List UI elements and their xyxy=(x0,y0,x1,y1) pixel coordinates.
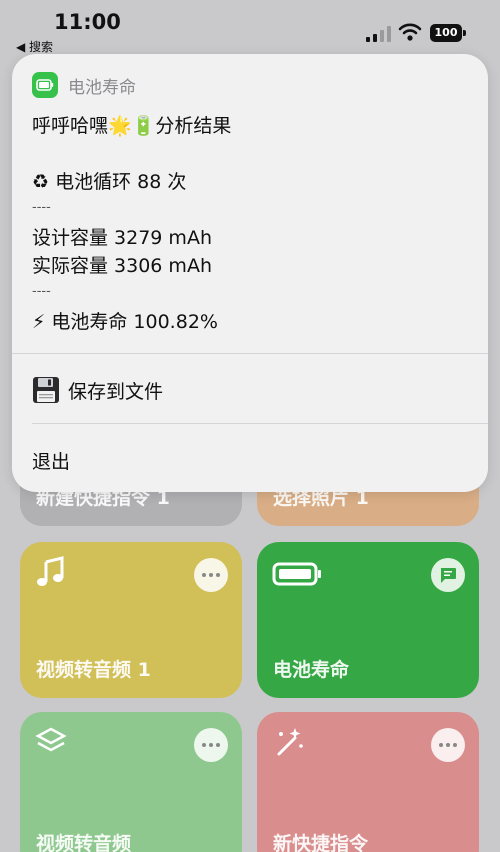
ellipsis-icon xyxy=(202,573,220,577)
battery-cycle-line: ♻ 电池循环 88 次 xyxy=(32,171,187,193)
music-note-icon xyxy=(37,556,64,586)
battery-indicator: 100 xyxy=(430,24,466,42)
shortcut-result-card: 电池寿命 呼呼哈嘿🌟🔋分析结果 ♻ 电池循环 88 次 ---- 设计容量 32… xyxy=(12,54,488,492)
back-to-search-link[interactable]: ◀ 搜索 xyxy=(16,38,53,55)
shortcut-tile[interactable]: 视频转音频 1 xyxy=(20,542,242,698)
wifi-icon xyxy=(398,23,422,41)
battery-life-line: ⚡ 电池寿命 100.82% xyxy=(32,311,218,333)
exit-label: 退出 xyxy=(32,450,71,473)
shortcut-tile[interactable]: 新快捷指令 xyxy=(257,712,479,852)
result-title: 呼呼哈嘿🌟🔋分析结果 xyxy=(32,115,232,137)
shortcut-label: 视频转音频 1 xyxy=(36,659,151,681)
battery-level: 100 xyxy=(430,24,462,42)
layers-icon xyxy=(35,727,67,752)
card-header: 电池寿命 xyxy=(32,72,136,98)
floppy-disk-icon xyxy=(33,377,59,403)
separator-line: ---- xyxy=(32,200,51,215)
ellipsis-icon xyxy=(202,743,220,747)
battery-nub xyxy=(463,30,466,36)
shortcut-label: 新快捷指令 xyxy=(273,833,369,852)
app-name: 电池寿命 xyxy=(68,77,136,98)
shortcut-tile[interactable]: 视频转音频 xyxy=(20,712,242,852)
battery-icon xyxy=(272,562,321,586)
separator-line: ---- xyxy=(32,284,51,299)
menu-divider xyxy=(12,353,488,354)
chat-bubble-icon xyxy=(440,568,456,583)
save-to-file-label: 保存到文件 xyxy=(68,380,164,403)
ellipsis-icon xyxy=(439,743,457,747)
menu-divider xyxy=(32,423,488,424)
shortcut-label: 电池寿命 xyxy=(273,659,350,681)
magic-wand-icon xyxy=(277,728,303,756)
shortcut-label: 视频转音频 xyxy=(36,833,132,852)
more-options-button[interactable] xyxy=(194,558,228,592)
exit-button[interactable]: 退出 xyxy=(32,440,472,480)
actual-capacity-line: 实际容量 3306 mAh xyxy=(32,255,212,277)
shortcut-tile[interactable]: 电池寿命 xyxy=(257,542,479,698)
battery-app-icon xyxy=(32,72,58,98)
more-options-button[interactable] xyxy=(431,728,465,762)
save-to-file-button[interactable]: 保存到文件 xyxy=(32,370,472,410)
design-capacity-line: 设计容量 3279 mAh xyxy=(32,227,212,249)
more-options-button[interactable] xyxy=(194,728,228,762)
clock: 11:00 xyxy=(54,10,121,34)
chat-bubble-button[interactable] xyxy=(431,558,465,592)
status-bar: 11:00 ◀ 搜索 100 xyxy=(0,0,500,60)
cellular-signal-icon xyxy=(366,26,391,42)
